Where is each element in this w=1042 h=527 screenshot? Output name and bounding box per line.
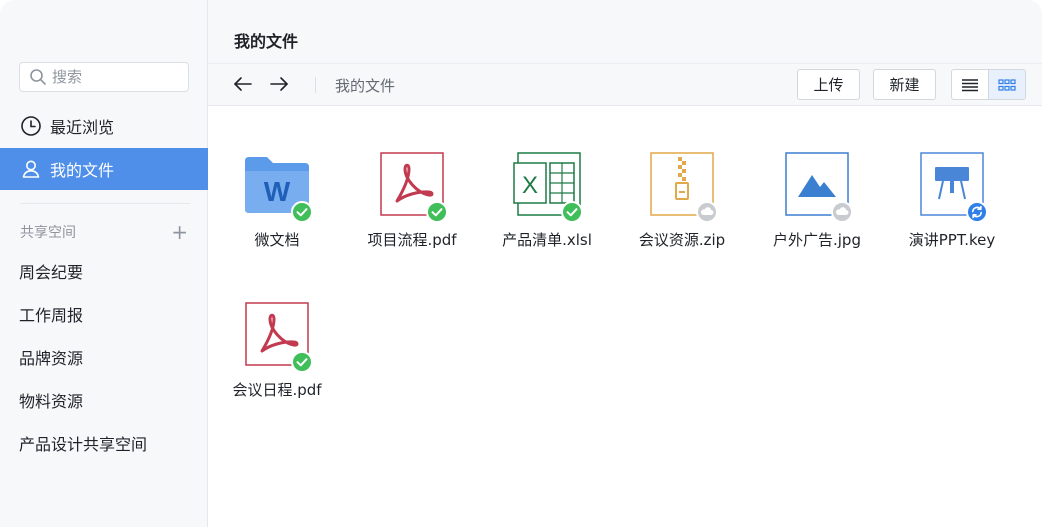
synced-check-icon (291, 201, 313, 223)
new-button[interactable]: 新建 (873, 69, 936, 100)
nav-item-recent[interactable]: 最近浏览 (0, 105, 208, 147)
space-item-weekly-report[interactable]: 工作周报 (0, 294, 208, 334)
plus-icon[interactable]: + (171, 222, 190, 242)
file-item-image[interactable]: 户外广告.jpg (757, 145, 877, 265)
svg-text:X: X (522, 172, 538, 199)
space-item-label: 产品设计共享空间 (19, 435, 148, 454)
file-name: 会议资源.zip (638, 231, 726, 249)
list-view-icon (962, 78, 978, 91)
syncing-icon (966, 201, 988, 223)
nav-item-label: 我的文件 (50, 161, 115, 180)
file-manager-window: 最近浏览 我的文件 共享空间 + 周会纪要 工作周报 品牌资源 物料资源 产品设… (0, 0, 1042, 527)
file-item-zip[interactable]: 会议资源.zip (622, 145, 742, 265)
breadcrumb[interactable]: 我的文件 (335, 75, 395, 96)
file-item-pdf-agenda[interactable]: 会议日程.pdf (217, 295, 337, 415)
file-item-keynote[interactable]: 演讲PPT.key (892, 145, 1012, 265)
space-item-label: 品牌资源 (19, 349, 84, 368)
nav-item-label: 最近浏览 (50, 118, 115, 137)
file-name: 演讲PPT.key (908, 231, 996, 249)
space-item-brand-resources[interactable]: 品牌资源 (0, 337, 208, 377)
synced-check-icon (291, 351, 313, 373)
page-title: 我的文件 (234, 32, 299, 51)
toolbar-separator (315, 77, 316, 93)
space-item-label: 工作周报 (19, 306, 84, 325)
file-name: 项目流程.pdf (367, 231, 457, 249)
arrow-left-icon[interactable] (233, 74, 253, 94)
search-icon (30, 69, 46, 85)
shared-spaces-title: 共享空间 (20, 225, 76, 241)
file-name: 产品清单.xlsl (502, 231, 592, 249)
space-item-label: 周会纪要 (19, 263, 84, 282)
user-icon (22, 160, 40, 178)
synced-check-icon (426, 201, 448, 223)
cloud-icon (696, 201, 718, 223)
shared-spaces-header: 共享空间 + (20, 220, 190, 244)
file-name: 会议日程.pdf (232, 381, 322, 399)
sidebar: 最近浏览 我的文件 共享空间 + 周会纪要 工作周报 品牌资源 物料资源 产品设… (0, 0, 208, 527)
file-name: 微文档 (254, 231, 300, 249)
space-item-label: 物料资源 (19, 392, 84, 411)
file-name: 户外广告.jpg (773, 231, 861, 249)
space-item-product-design[interactable]: 产品设计共享空间 (0, 423, 208, 463)
grid-view-icon (998, 78, 1016, 91)
file-item-excel[interactable]: X 产品清单.xlsl (487, 145, 607, 265)
main-panel: 我的文件 我的文件 上传 新建 W 微文档 项目流程.pdf X 产品清单.xl… (208, 0, 1042, 527)
file-item-word-folder[interactable]: W 微文档 (217, 145, 337, 265)
upload-button[interactable]: 上传 (797, 69, 860, 100)
toolbar: 我的文件 上传 新建 (208, 64, 1042, 106)
grid-view-button[interactable] (988, 70, 1025, 99)
clock-icon (21, 116, 41, 136)
title-bar: 我的文件 (208, 0, 1042, 64)
list-view-button[interactable] (952, 70, 988, 99)
synced-check-icon (561, 201, 583, 223)
nav-item-my-files[interactable]: 我的文件 (0, 148, 208, 190)
search-box[interactable] (19, 62, 189, 92)
sidebar-divider (20, 203, 190, 204)
arrow-right-icon[interactable] (269, 74, 289, 94)
space-item-material-resources[interactable]: 物料资源 (0, 380, 208, 420)
space-item-weekly-meeting[interactable]: 周会纪要 (0, 251, 208, 291)
cloud-icon (831, 201, 853, 223)
search-input[interactable] (52, 68, 182, 86)
svg-text:W: W (264, 176, 291, 207)
file-item-pdf-process[interactable]: 项目流程.pdf (352, 145, 472, 265)
view-toggle (951, 69, 1026, 100)
